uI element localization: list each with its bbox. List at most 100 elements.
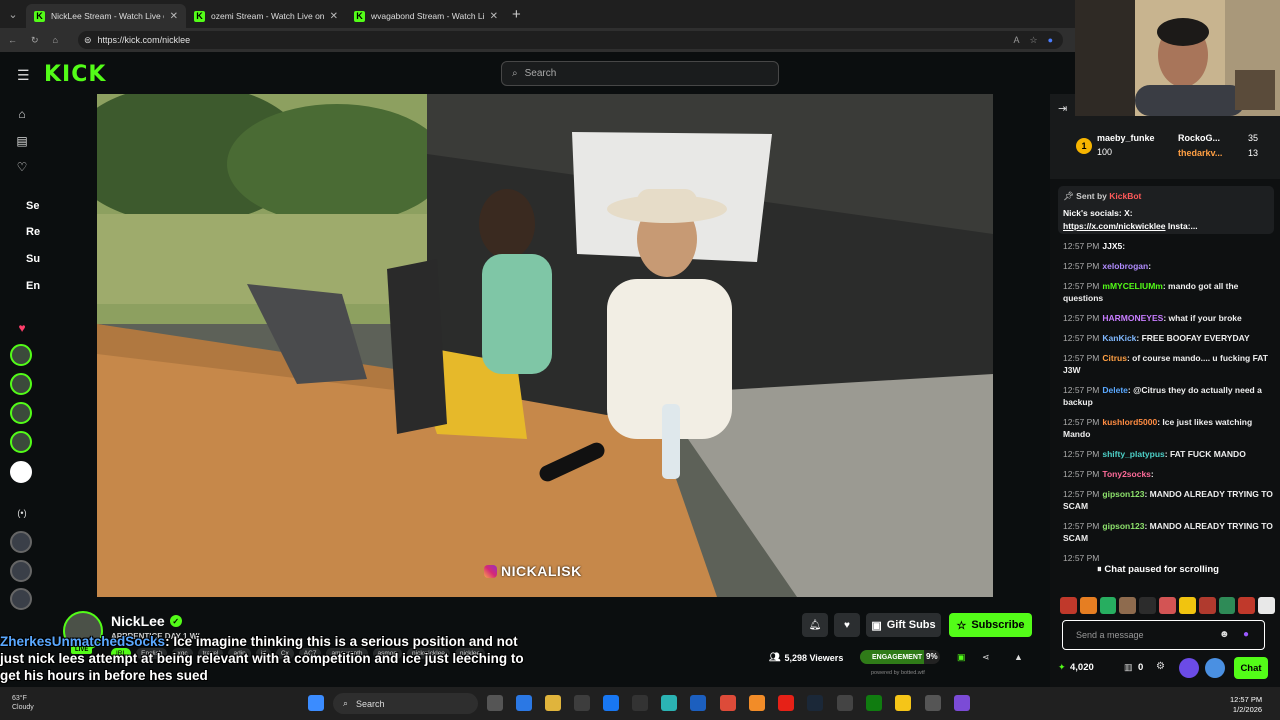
nav-label-2[interactable]: Re — [26, 226, 40, 238]
task-view-icon[interactable] — [487, 695, 503, 711]
chat-message[interactable]: 12:57 PM HARMONEYES: what if your broke — [1063, 312, 1275, 324]
chat-message[interactable]: 12:57 PM gipson123: MANDO ALREADY TRYING … — [1063, 520, 1275, 544]
leaderboard-name[interactable]: RockoG... — [1178, 133, 1220, 143]
nav-label-4[interactable]: En — [26, 280, 40, 292]
facebook-icon[interactable] — [603, 695, 619, 711]
chat-message[interactable]: 12:57 PM xelobrogan: — [1063, 260, 1275, 272]
browse-icon[interactable]: ▤ — [14, 134, 30, 150]
report-icon[interactable]: ▲ — [1014, 652, 1023, 662]
chat-paused-banner[interactable]: ⏸︎ Chat paused for scrolling — [1097, 564, 1219, 575]
kick-logo[interactable]: KICK — [44, 62, 106, 87]
chat-username[interactable]: Delete — [1102, 385, 1128, 395]
gift-subs-button[interactable]: ▣ Gift Subs — [866, 613, 941, 637]
store-icon[interactable] — [574, 695, 590, 711]
chat-message[interactable]: 12:57 PM shifty_platypus: FAT FUCK MANDO — [1063, 448, 1275, 460]
windows-start-icon[interactable] — [308, 695, 324, 711]
chat-message[interactable]: 12:57 PM Delete: @Citrus they do actually… — [1063, 384, 1275, 408]
close-tab-icon[interactable]: ✕ — [490, 11, 498, 22]
send-chat-button[interactable]: Chat — [1234, 657, 1268, 679]
back-icon[interactable]: ← — [8, 35, 17, 45]
kick-emote-icon[interactable]: ● — [1243, 629, 1249, 640]
share-icon[interactable]: ⋖ — [982, 652, 990, 663]
badge-icon[interactable] — [1179, 658, 1199, 678]
leaderboard-name[interactable]: maeby_funke — [1097, 133, 1155, 143]
close-tab-icon[interactable]: ✕ — [330, 11, 338, 22]
chat-message[interactable]: 12:57 PM Citrus: of course mando.... u fu… — [1063, 352, 1275, 376]
channel-avatar[interactable] — [10, 560, 32, 582]
emote[interactable] — [1178, 597, 1196, 614]
channel-avatar[interactable] — [10, 531, 32, 553]
calculator-icon[interactable] — [690, 695, 706, 711]
emote[interactable] — [1060, 597, 1077, 614]
channel-avatar[interactable] — [10, 373, 32, 395]
chat-username[interactable]: Tony2socks — [1102, 469, 1151, 479]
obs-icon[interactable] — [925, 695, 941, 711]
chat-message[interactable]: 12:57 PM JJX5: — [1063, 240, 1275, 252]
app-icon[interactable] — [954, 695, 970, 711]
url-field[interactable]: ⊜ https://kick.com/nicklee A ☆ ● — [78, 31, 1063, 49]
following-heart-icon[interactable]: ♥ — [14, 321, 30, 337]
channel-avatar[interactable] — [10, 461, 32, 483]
favorite-star-icon[interactable]: ☆ — [1029, 35, 1037, 46]
channel-avatar[interactable] — [10, 588, 32, 610]
following-heart-icon[interactable]: ♡ — [14, 160, 30, 176]
reload-icon[interactable]: ↻ — [31, 35, 39, 46]
chart-icon[interactable]: ▣ — [957, 652, 966, 663]
app-icon[interactable] — [837, 695, 853, 711]
pinned-link[interactable]: https://x.com/nickwicklee — [1063, 221, 1166, 231]
weather-widget[interactable]: 63°F Cloudy — [12, 694, 34, 712]
file-explorer-icon[interactable] — [545, 695, 561, 711]
emote[interactable] — [1238, 597, 1256, 614]
leaderboard-name[interactable]: thedarkv... — [1178, 148, 1222, 158]
steam-icon[interactable] — [807, 695, 823, 711]
chat-username[interactable]: JJX5 — [1102, 241, 1122, 251]
copilot-icon[interactable] — [516, 695, 532, 711]
site-info-icon[interactable]: ⊜ — [84, 35, 92, 46]
browser-tab[interactable]: K ozemi Stream - Watch Live on Kick ✕ — [186, 4, 346, 28]
chat-username[interactable]: gipson123 — [1102, 521, 1144, 531]
badge-icon[interactable] — [1205, 658, 1225, 678]
amazon-icon[interactable] — [632, 695, 648, 711]
system-clock[interactable]: 12:57 PM 1/2/2026 — [1230, 695, 1262, 715]
extension-icon[interactable]: ● — [1048, 35, 1053, 46]
chat-username[interactable]: xelobrogan — [1102, 261, 1148, 271]
chat-username[interactable]: shifty_platypus — [1102, 449, 1164, 459]
chat-username[interactable]: mMYCELIUMm — [1102, 281, 1162, 291]
subscribe-button[interactable]: ☆ Subscribe — [949, 613, 1032, 637]
hamburger-menu-icon[interactable]: ☰ — [17, 67, 30, 84]
expand-sidebar-icon[interactable]: (•) — [14, 508, 30, 524]
emote[interactable] — [1079, 597, 1097, 614]
nav-label-1[interactable]: Se — [26, 200, 39, 212]
tab-list-menu[interactable]: ⌄ — [0, 0, 26, 28]
emote[interactable] — [1099, 597, 1117, 614]
close-tab-icon[interactable]: ✕ — [170, 11, 178, 22]
chat-message[interactable]: 12:57 PM gipson123: MANDO ALREADY TRYING … — [1063, 488, 1275, 512]
edge-icon[interactable] — [661, 695, 677, 711]
chat-username[interactable]: gipson123 — [1102, 489, 1144, 499]
collapse-chat-icon[interactable]: ⇥ — [1058, 102, 1067, 115]
home-icon[interactable]: ⌂ — [14, 107, 30, 123]
follow-heart-button[interactable]: ♥ — [834, 613, 860, 637]
emote[interactable] — [1119, 597, 1137, 614]
streamer-name[interactable]: NickLee — [111, 613, 165, 629]
channel-points[interactable]: 4,020 — [1070, 662, 1094, 673]
chat-message[interactable]: 12:57 PM mMYCELIUMm: mando got all the qu… — [1063, 280, 1275, 304]
chat-message-input[interactable]: Send a message ☻ ● — [1062, 620, 1265, 650]
emote[interactable] — [1139, 597, 1157, 614]
channel-avatar[interactable] — [10, 402, 32, 424]
search-input[interactable]: ⌕ Search — [501, 61, 779, 86]
chat-username[interactable]: kushlord5000 — [1102, 417, 1157, 427]
taskbar-search[interactable]: ⌕ Search — [333, 693, 478, 714]
pinned-message[interactable]: 📌︎ Sent by KickBot Nick's socials: X: ht… — [1058, 186, 1274, 234]
browser-tab-active[interactable]: K NickLee Stream - Watch Live on Kick ✕ — [26, 4, 186, 28]
notes-icon[interactable] — [895, 695, 911, 711]
youtube-icon[interactable] — [778, 695, 794, 711]
video-player[interactable] — [97, 94, 993, 597]
chat-message[interactable]: 12:57 PM KanKick: FREE BOOFAY EVERYDAY — [1063, 332, 1275, 344]
vlc-icon[interactable] — [749, 695, 765, 711]
home-icon[interactable]: ⌂ — [53, 35, 58, 45]
channel-avatar[interactable] — [10, 431, 32, 453]
chat-username[interactable]: KanKick — [1102, 333, 1136, 343]
chat-username[interactable]: Citrus — [1102, 353, 1127, 363]
emoji-icon[interactable]: ☻ — [1219, 629, 1230, 640]
